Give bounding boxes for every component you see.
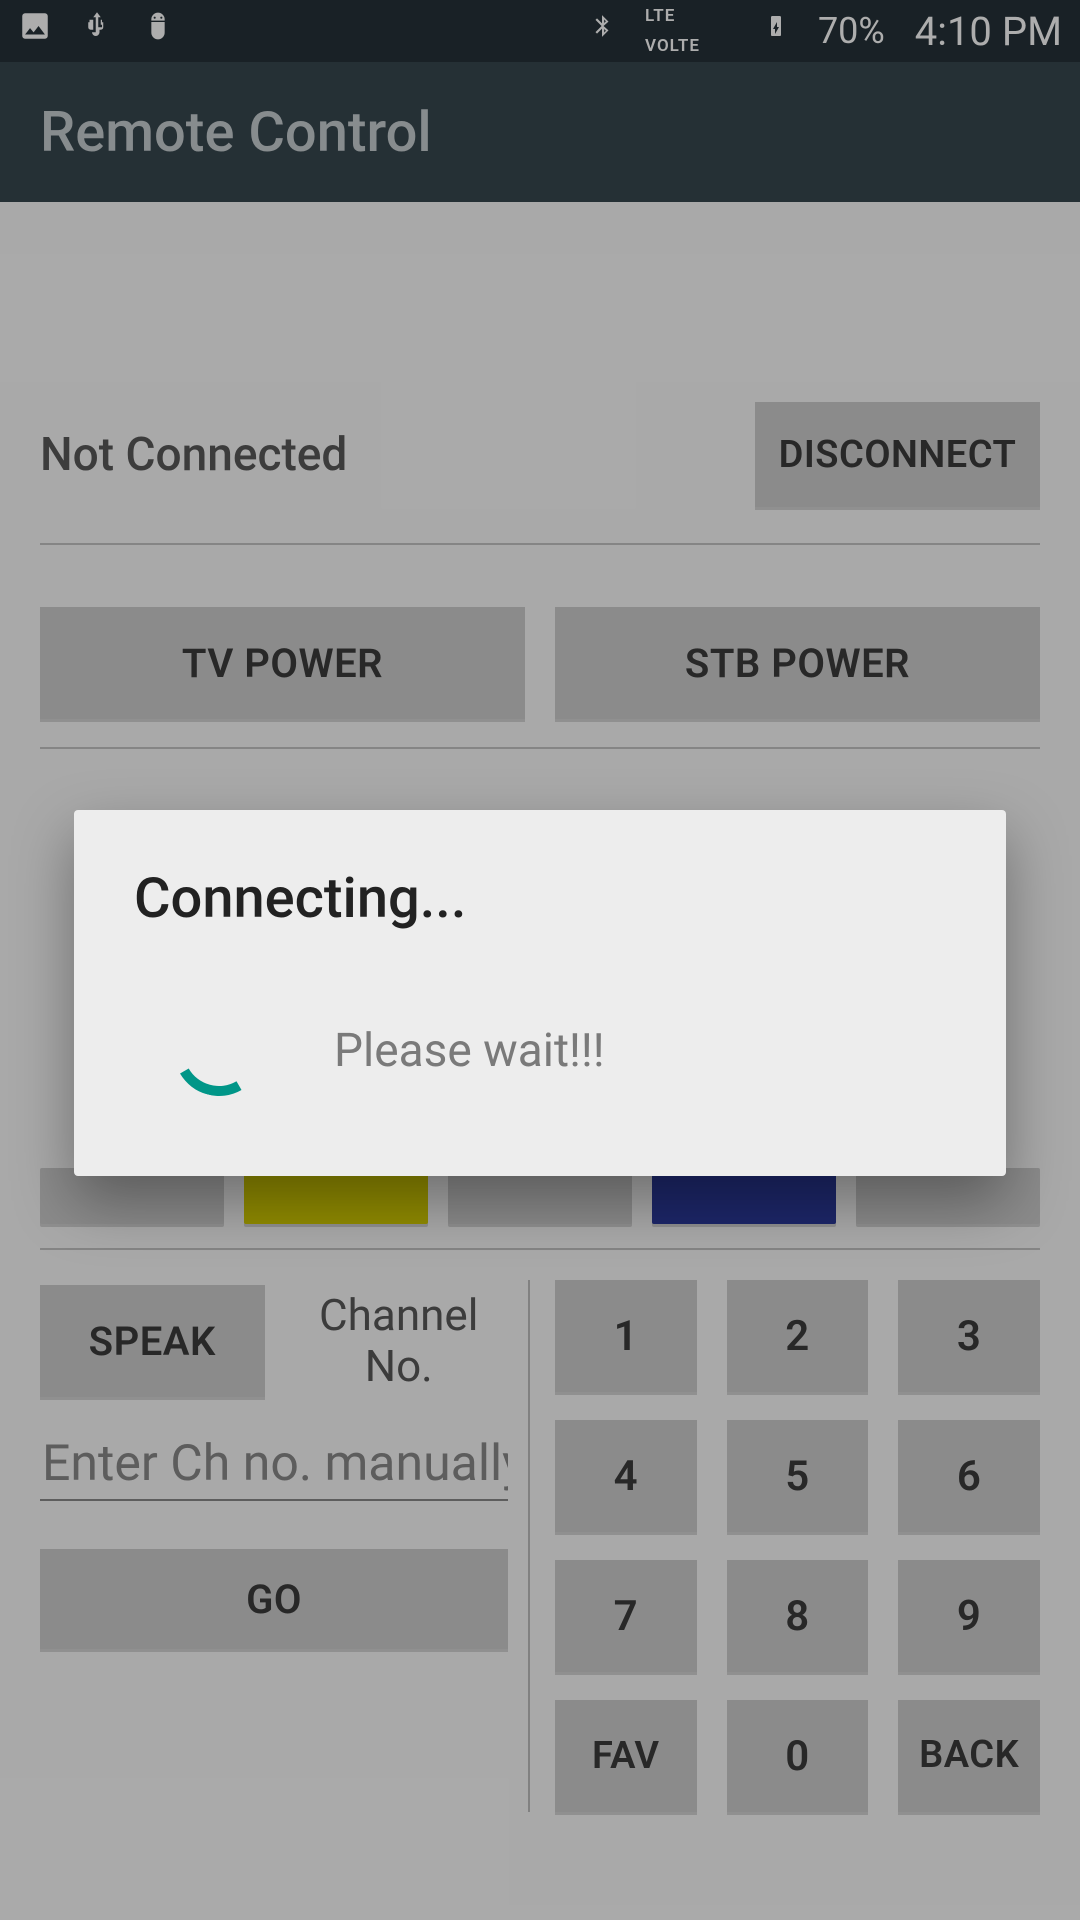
connecting-dialog: Connecting... Please wait!!! <box>74 810 1006 1176</box>
spinner-icon <box>164 996 274 1106</box>
dialog-title: Connecting... <box>134 865 946 931</box>
dialog-message: Please wait!!! <box>334 1024 605 1078</box>
